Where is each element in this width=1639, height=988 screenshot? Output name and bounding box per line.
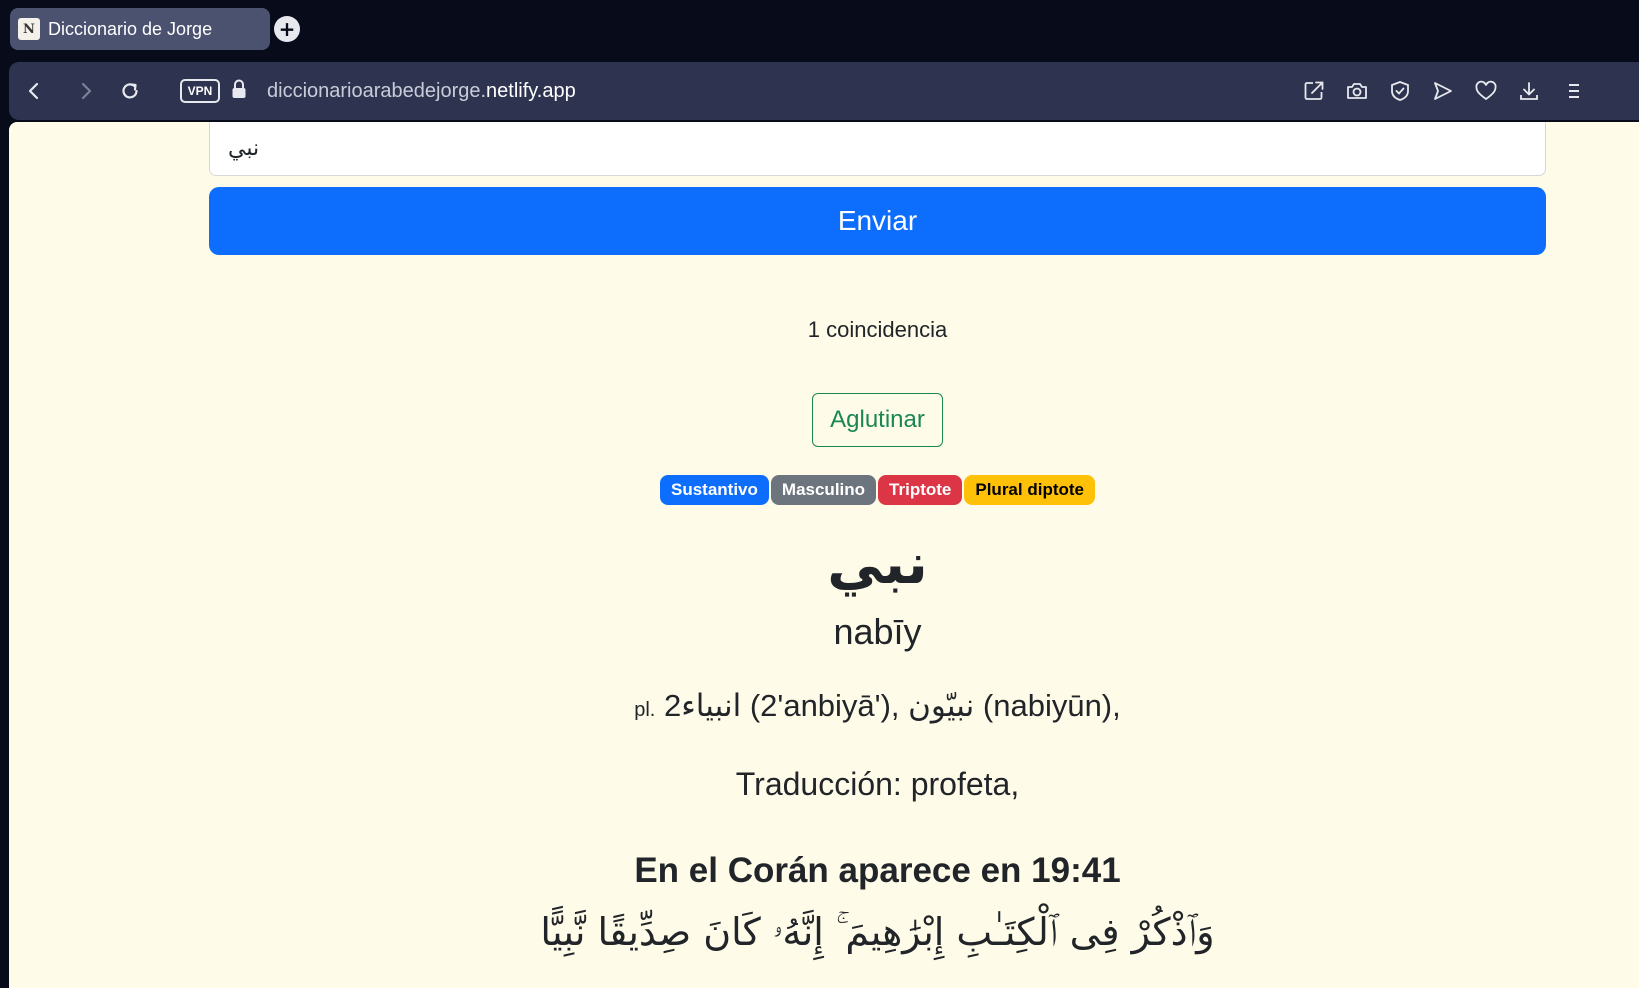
lock-icon[interactable] <box>231 78 247 104</box>
search-input[interactable] <box>209 122 1546 176</box>
quran-heading: En el Corán aparece en 19:41 <box>634 851 1121 890</box>
match-count: 1 coincidencia <box>807 317 948 342</box>
vpn-badge[interactable]: VPN <box>180 79 220 103</box>
headword: نبي <box>827 532 928 597</box>
camera-icon[interactable] <box>1342 76 1372 106</box>
quran-verse: وَٱذْكُرْ فِى ٱلْكِتَـٰبِ إِبْرَٰهِيمَ ۚ… <box>540 910 1215 954</box>
plural-line: pl. 2انبياء (2'anbiyā'), نبيّون (nabiyūn… <box>209 684 1546 732</box>
browser-tab[interactable]: N Diccionario de Jorge <box>10 8 270 50</box>
badge-masculine: Masculino <box>770 475 877 505</box>
plural-forms: 2انبياء (2'anbiyā'), نبيّون (nabiyūn), <box>663 688 1121 723</box>
favicon-icon: N <box>18 18 40 40</box>
badge-triptote: Triptote <box>878 475 963 505</box>
download-icon[interactable] <box>1514 76 1544 106</box>
url-text[interactable]: diccionarioarabedejorge.netlify.app <box>267 76 576 106</box>
tab-bar: N Diccionario de Jorge + <box>0 0 1639 58</box>
url-domain: netlify.app <box>486 80 576 102</box>
reload-icon[interactable] <box>115 76 145 106</box>
new-tab-button[interactable]: + <box>274 16 300 42</box>
share-icon[interactable] <box>1299 76 1329 106</box>
shield-icon[interactable] <box>1385 76 1415 106</box>
agglutinate-button[interactable]: Aglutinar <box>812 393 943 447</box>
submit-button[interactable]: Enviar <box>209 187 1546 255</box>
page-content: Enviar 1 coincidencia Aglutinar Sustanti… <box>9 122 1639 988</box>
translation: Traducción: profeta, <box>735 766 1020 802</box>
badge-noun: Sustantivo <box>660 475 769 505</box>
badges-row: Sustantivo Masculino Triptote Plural dip… <box>209 475 1546 505</box>
back-icon[interactable] <box>19 76 49 106</box>
tab-title: Diccionario de Jorge <box>48 18 213 39</box>
forward-icon[interactable] <box>71 76 101 106</box>
menu-icon[interactable] <box>1557 76 1587 106</box>
heart-icon[interactable] <box>1471 76 1501 106</box>
plural-label: pl. <box>634 699 656 721</box>
agglutinate-wrap: Aglutinar <box>209 393 1546 447</box>
url-prefix: diccionarioarabedejorge. <box>267 80 487 102</box>
badge-plural-diptote: Plural diptote <box>964 475 1095 505</box>
transliteration: nabīy <box>833 611 922 652</box>
address-bar: VPN diccionarioarabedejorge.netlify.app <box>9 62 1639 120</box>
send-icon[interactable] <box>1428 76 1458 106</box>
